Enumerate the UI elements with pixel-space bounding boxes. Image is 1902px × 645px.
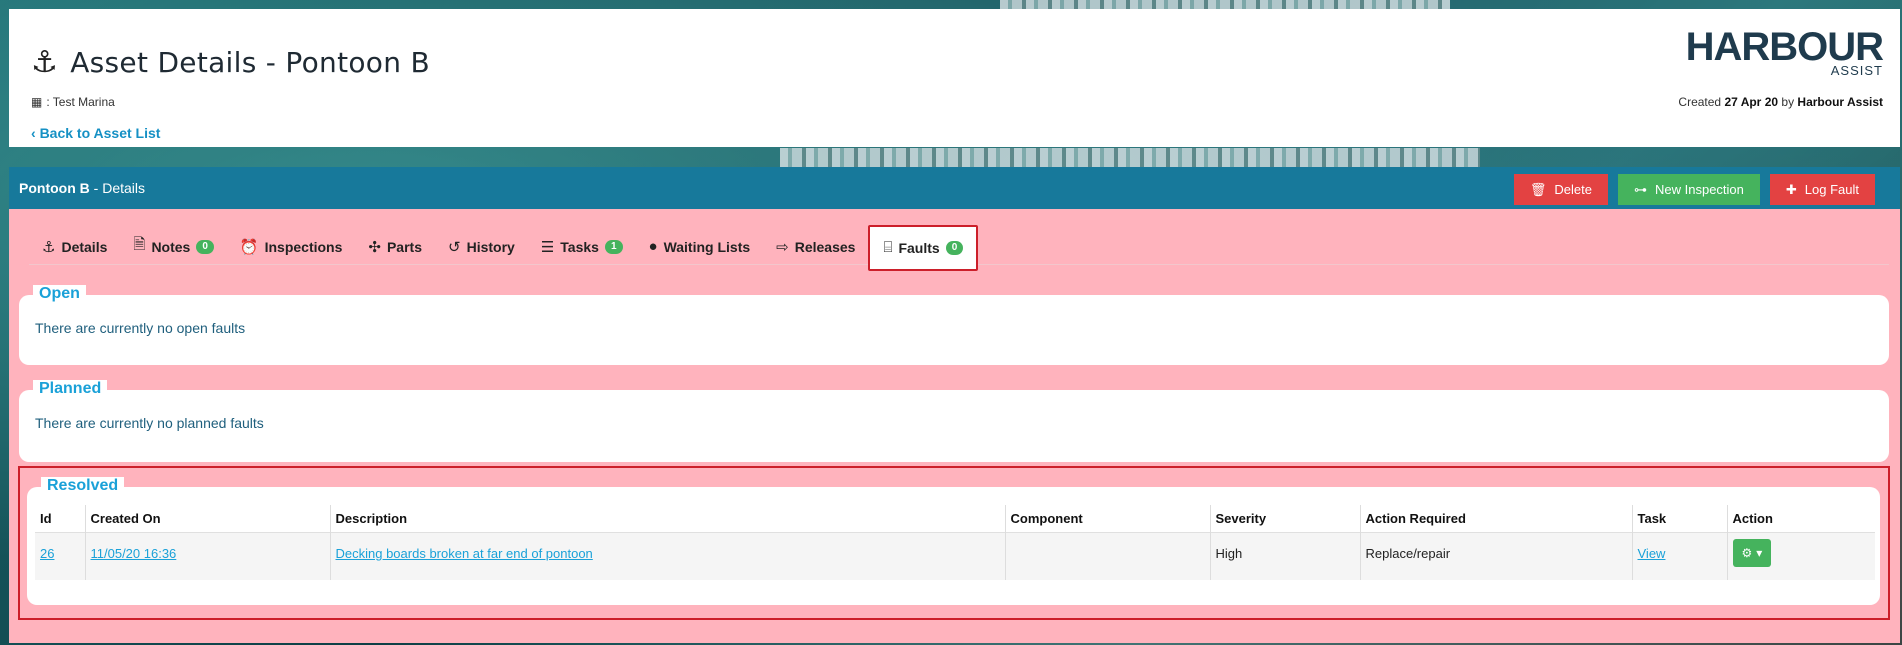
chevron-left-icon: ‹ xyxy=(31,125,36,141)
col-component: Component xyxy=(1004,505,1210,533)
cell-action: ⚙ ▾ xyxy=(1726,532,1875,580)
page-title-text: Asset Details - Pontoon B xyxy=(70,46,430,79)
empty-message: There are currently no planned faults xyxy=(35,415,264,431)
section-legend: Resolved xyxy=(41,477,125,495)
tab-waiting-lists[interactable]: ● Waiting Lists xyxy=(636,229,764,265)
panel-actions: 🗑 Delete ⊶ New Inspection ✚ Log Fault xyxy=(1513,174,1875,205)
cell-action-required: Replace/repair xyxy=(1359,532,1632,580)
section-legend: Open xyxy=(33,285,86,303)
tab-label: Details xyxy=(61,238,108,255)
tab-faults[interactable]: ⌸ Faults 0 xyxy=(868,224,979,271)
cell-id: 26 xyxy=(35,532,85,580)
toolbox-icon: ⌸ xyxy=(883,239,893,256)
count-badge: 0 xyxy=(196,239,214,254)
tab-label: Tasks xyxy=(560,238,599,255)
tab-label: Notes xyxy=(151,238,191,255)
asset-panel: Pontoon B - Details 🗑 Delete ⊶ New Inspe… xyxy=(9,167,1900,643)
col-description: Description xyxy=(329,505,1005,533)
checklist-icon: ☰ xyxy=(540,238,555,256)
created-by-prefix: by xyxy=(1781,95,1795,109)
back-link-label: Back to Asset List xyxy=(39,125,161,141)
tab-label: Inspections xyxy=(264,238,343,255)
created-on-link[interactable]: 11/05/20 16:36 xyxy=(91,546,177,561)
cell-severity: High xyxy=(1209,532,1360,580)
logo-brand: HARBOUR xyxy=(1685,25,1884,69)
anchor-icon: ⚓ xyxy=(42,238,56,256)
tab-label: History xyxy=(466,238,515,255)
task-view-link[interactable]: View xyxy=(1638,546,1666,561)
table-row: 26 11/05/20 16:36 Decking boards broken … xyxy=(35,532,1875,580)
col-task: Task xyxy=(1631,505,1727,533)
table-header-row: Id Created On Description Component Seve… xyxy=(35,505,1875,533)
tab-history[interactable]: ↺ History xyxy=(435,229,528,265)
created-by: Harbour Assist xyxy=(1797,95,1883,109)
delete-button[interactable]: 🗑 Delete xyxy=(1513,174,1608,205)
open-faults-section: Open There are currently no open faults xyxy=(19,285,1889,365)
description-link[interactable]: Decking boards broken at far end of pont… xyxy=(336,546,593,561)
planned-faults-section: Planned There are currently no planned f… xyxy=(19,380,1889,462)
clock-icon: ● xyxy=(648,238,658,255)
count-badge: 0 xyxy=(945,240,964,255)
col-id: Id xyxy=(40,511,52,526)
trash-icon: 🗑 xyxy=(1529,181,1547,197)
resolved-highlight: Resolved Id Created On Description Compo… xyxy=(18,466,1890,620)
col-created-on: Created On xyxy=(84,505,330,533)
log-fault-button[interactable]: ✚ Log Fault xyxy=(1769,174,1875,205)
tab-inspections[interactable]: ⏰ Inspections xyxy=(227,229,355,265)
created-info: Created 27 Apr 20 by Harbour Assist xyxy=(1678,95,1883,109)
cell-component xyxy=(1004,532,1210,580)
puzzle-icon: ✣ xyxy=(368,238,381,256)
first-aid-icon: ✚ xyxy=(1785,181,1797,197)
marina-label: ▦ : Test Marina xyxy=(31,95,115,109)
page-title: ⚓ Asset Details - Pontoon B xyxy=(31,45,430,80)
background-marina xyxy=(1000,0,1450,9)
tab-parts[interactable]: ✣ Parts xyxy=(355,229,435,265)
harbour-assist-logo: HARBOUR ASSIST xyxy=(1685,25,1884,78)
row-actions-dropdown[interactable]: ⚙ ▾ xyxy=(1732,539,1772,567)
log-fault-label: Log Fault xyxy=(1804,182,1859,197)
building-icon: ▦ xyxy=(31,95,43,109)
fault-id-link[interactable]: 26 xyxy=(40,546,54,561)
tab-tasks[interactable]: ☰ Tasks 1 xyxy=(528,229,636,265)
asset-tabs: ⚓ Details 🗎 Notes 0 ⏰ Inspections ✣ Part… xyxy=(29,224,1889,271)
new-inspection-label: New Inspection xyxy=(1655,182,1744,197)
caret-down-icon: ▾ xyxy=(1756,546,1763,560)
new-inspection-button[interactable]: ⊶ New Inspection xyxy=(1618,174,1760,205)
document-icon: 🗎 xyxy=(133,236,146,253)
alarm-icon: ⏰ xyxy=(239,238,259,256)
created-prefix: Created xyxy=(1678,95,1722,109)
resolved-faults-section: Resolved Id Created On Description Compo… xyxy=(27,477,1880,605)
tab-notes[interactable]: 🗎 Notes 0 xyxy=(120,229,227,265)
delete-label: Delete xyxy=(1554,182,1592,197)
empty-message: There are currently no open faults xyxy=(35,320,246,336)
col-severity: Severity xyxy=(1209,505,1360,533)
tab-label: Waiting Lists xyxy=(663,238,751,255)
background-marina xyxy=(780,148,1480,168)
sign-out-icon: ⇨ xyxy=(776,238,789,256)
col-action-required: Action Required xyxy=(1359,505,1632,533)
marina-name: : Test Marina xyxy=(46,95,115,109)
created-date: 27 Apr 20 xyxy=(1724,95,1779,109)
cell-task: View xyxy=(1631,532,1727,580)
panel-title-suffix: - Details xyxy=(93,180,146,196)
gear-icon: ⚙ xyxy=(1741,546,1753,560)
page-header: ⚓ Asset Details - Pontoon B ▦ : Test Mar… xyxy=(9,9,1900,147)
tab-label: Faults xyxy=(898,239,940,256)
cell-created-on: 11/05/20 16:36 xyxy=(84,532,330,580)
tab-label: Releases xyxy=(794,238,856,255)
col-action: Action xyxy=(1726,505,1875,533)
glasses-icon: ⊶ xyxy=(1634,181,1647,197)
tab-details[interactable]: ⚓ Details xyxy=(29,229,120,265)
tab-releases[interactable]: ⇨ Releases xyxy=(763,229,868,265)
anchor-icon: ⚓ xyxy=(31,45,59,80)
cell-description: Decking boards broken at far end of pont… xyxy=(329,532,1005,580)
resolved-faults-table: Id Created On Description Component Seve… xyxy=(35,505,1875,580)
panel-title-asset: Pontoon B xyxy=(19,180,90,196)
section-legend: Planned xyxy=(33,380,108,398)
count-badge: 1 xyxy=(604,239,623,254)
history-icon: ↺ xyxy=(448,238,461,256)
back-to-asset-list-link[interactable]: ‹ Back to Asset List xyxy=(31,125,160,141)
tab-label: Parts xyxy=(386,238,422,255)
